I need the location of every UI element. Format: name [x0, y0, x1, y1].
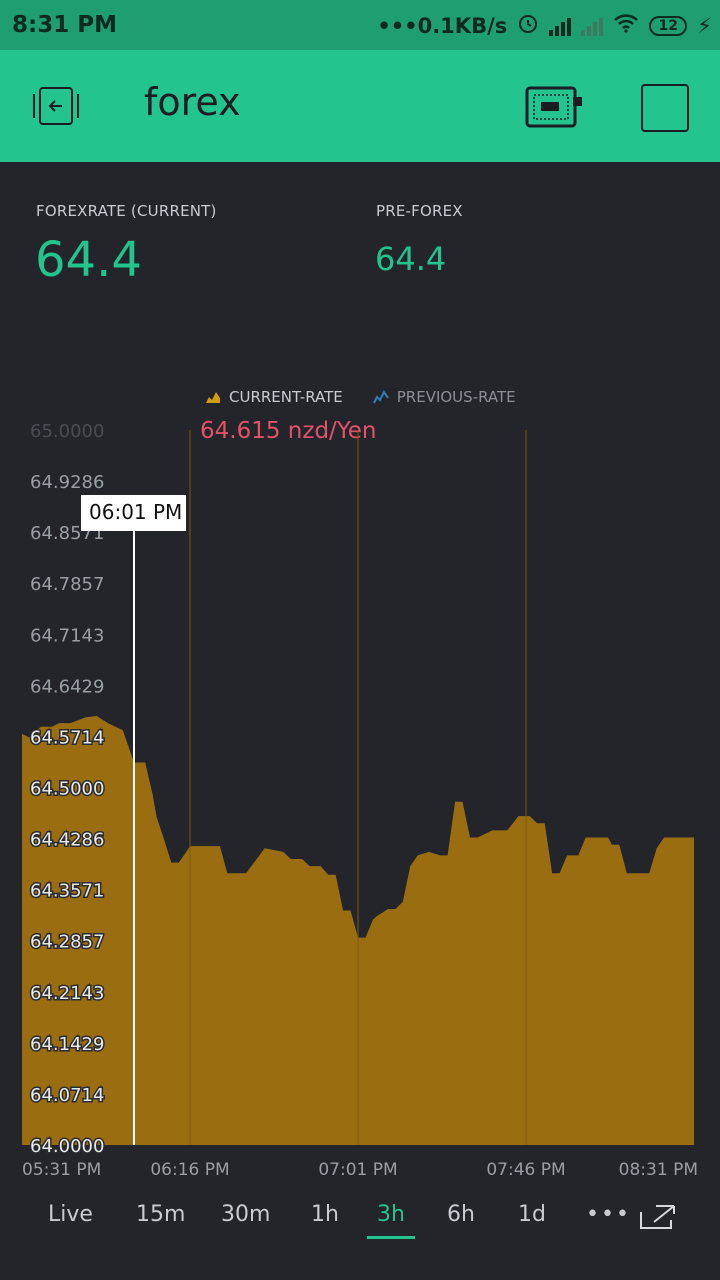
tab-6h[interactable]: 6h	[447, 1202, 475, 1227]
net-speed: •••0.1KB/s	[377, 13, 508, 38]
area-chart-icon	[206, 392, 220, 403]
y-tick-label: 64.7857	[30, 574, 104, 595]
tooltip-box: 06:01 PM	[81, 495, 186, 531]
y-tick-label-overlay: 64.3571	[30, 881, 104, 902]
line-chart-icon	[372, 390, 389, 404]
legend-current-rate[interactable]: CURRENT-RATE	[205, 388, 343, 406]
y-tick-label: 65.0000	[30, 421, 104, 442]
y-tick-label-overlay: 64.4286	[30, 830, 104, 851]
metric-value-current: 64.4	[35, 232, 142, 288]
net-speed-value: 0.1KB/s	[417, 13, 508, 38]
metric-label-previous: PRE-FOREX	[376, 202, 463, 220]
active-tab-indicator	[367, 1236, 415, 1239]
y-tick-label: 64.7143	[30, 625, 104, 646]
tab-30m[interactable]: 30m	[221, 1202, 270, 1227]
app-title: forex	[144, 80, 241, 124]
tab-live[interactable]: Live	[48, 1202, 93, 1227]
signal-2-icon	[581, 16, 604, 36]
x-axis: 05:31 PM 06:16 PM 07:01 PM 07:46 PM 08:31 PM	[22, 1160, 698, 1180]
more-icon[interactable]: •••	[586, 1202, 631, 1227]
tab-3h[interactable]: 3h	[377, 1202, 405, 1227]
expand-icon[interactable]	[640, 1204, 676, 1234]
status-bar: 8:31 PM •••0.1KB/s 12 ⚡	[0, 0, 720, 50]
chart-legend: CURRENT-RATE PREVIOUS-RATE	[205, 388, 516, 406]
square-icon[interactable]	[641, 84, 689, 132]
tab-15m[interactable]: 15m	[136, 1202, 185, 1227]
tab-1d[interactable]: 1d	[518, 1202, 546, 1227]
device-icon[interactable]	[524, 84, 586, 130]
x-tick-label: 05:31 PM	[22, 1160, 101, 1180]
legend-current-label: CURRENT-RATE	[229, 388, 343, 406]
battery-level: 12	[658, 17, 678, 34]
y-tick-label-overlay: 64.1429	[30, 1034, 104, 1055]
y-tick-label-overlay: 64.0000	[30, 1136, 104, 1157]
y-tick-label-overlay: 64.2143	[30, 983, 104, 1004]
y-tick-label-overlay: 64.2857	[30, 932, 104, 953]
y-tick-label-overlay: 64.5000	[30, 779, 104, 800]
tooltip-time: 06:01 PM	[89, 500, 182, 524]
metric-value-previous: 64.4	[375, 240, 447, 278]
tab-1h[interactable]: 1h	[311, 1202, 339, 1227]
x-tick-label: 07:46 PM	[486, 1160, 565, 1180]
y-tick-label: 64.9286	[30, 472, 104, 493]
legend-previous-label: PREVIOUS-RATE	[396, 388, 516, 406]
range-selector: Live 15m 30m 1h 3h 6h 1d •••	[0, 1190, 720, 1250]
back-icon[interactable]	[30, 82, 82, 130]
y-tick-label: 64.6429	[30, 676, 104, 697]
y-tick-label-overlay: 64.5714	[30, 727, 104, 748]
x-tick-label: 08:31 PM	[619, 1160, 698, 1180]
charging-icon: ⚡	[697, 13, 712, 38]
forex-chart[interactable]: 65.000064.928664.857164.785764.714364.64…	[0, 420, 720, 1200]
wifi-icon	[613, 13, 639, 38]
status-icons: •••0.1KB/s 12 ⚡	[377, 12, 712, 39]
signal-icon	[549, 16, 572, 36]
x-tick-label: 07:01 PM	[318, 1160, 397, 1180]
y-tick-label-overlay: 64.0714	[30, 1085, 104, 1106]
app-bar: forex	[0, 50, 720, 162]
battery-icon: 12	[649, 15, 688, 36]
y-axis-overlay: 64.5714 64.5000 64.4286 64.3571 64.2857 64.21…	[29, 726, 106, 1159]
alarm-icon	[517, 12, 539, 39]
status-time: 8:31 PM	[12, 12, 117, 38]
legend-previous-rate[interactable]: PREVIOUS-RATE	[372, 388, 516, 406]
x-tick-label: 06:16 PM	[150, 1160, 229, 1180]
metric-label-current: FOREXRATE (CURRENT)	[36, 202, 217, 220]
